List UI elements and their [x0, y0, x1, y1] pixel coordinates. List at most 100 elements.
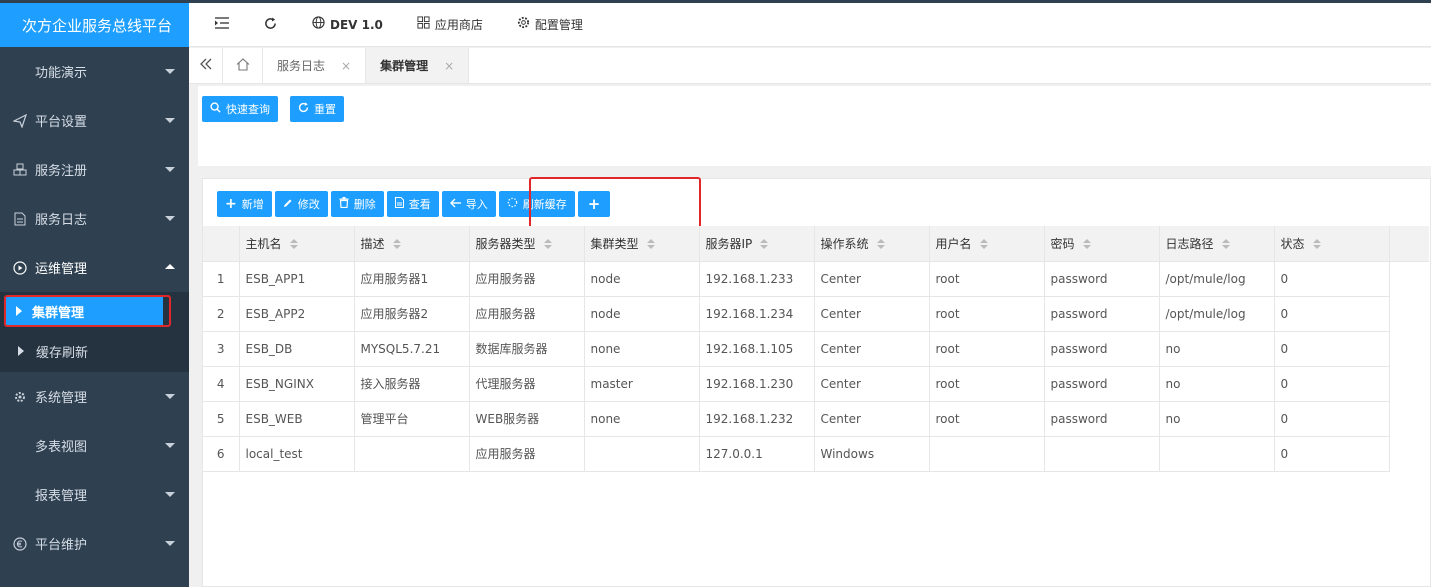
- delete-button[interactable]: 删除: [330, 191, 384, 217]
- env-label: DEV 1.0: [330, 17, 383, 32]
- app-store-label: 应用商店: [434, 18, 483, 32]
- column-label: 服务器IP: [705, 236, 753, 251]
- sidebar-item-ops[interactable]: 运维管理: [0, 243, 189, 292]
- table-cell: no: [1159, 366, 1275, 402]
- plus-icon: +: [225, 196, 237, 212]
- table-cell: 192.168.1.234: [699, 296, 815, 332]
- sort-icon[interactable]: [289, 239, 298, 250]
- sidebar-item-label: 系统管理: [35, 391, 88, 406]
- refresh-button[interactable]: [264, 16, 277, 33]
- edit-label: 修改: [297, 198, 320, 211]
- collapse-tabs-button[interactable]: [189, 48, 223, 83]
- column-header[interactable]: 主机名: [239, 226, 355, 262]
- sort-icon[interactable]: [646, 239, 655, 250]
- table-cell: root: [929, 401, 1045, 437]
- add-button[interactable]: + 新增: [217, 191, 272, 217]
- reset-label: 重置: [314, 103, 336, 116]
- view-button[interactable]: 查看: [386, 191, 439, 217]
- import-button[interactable]: 导入: [441, 191, 496, 217]
- table-cell: [584, 436, 700, 472]
- table-cell: ESB_DB: [239, 331, 355, 367]
- table-cell: 0: [1274, 331, 1390, 367]
- column-header[interactable]: 用户名: [929, 226, 1045, 262]
- sidebar-item-reports[interactable]: 报表管理: [0, 470, 189, 519]
- home-tab[interactable]: [223, 48, 263, 83]
- globe-icon: [312, 16, 325, 33]
- edit-button[interactable]: 修改: [274, 191, 328, 217]
- sort-icon[interactable]: [1082, 239, 1091, 250]
- refresh-icon: [298, 102, 309, 116]
- grid-toolbar: + 新增 修改 删除 查看 导入 刷新缓存 +: [217, 177, 701, 245]
- column-header[interactable]: 描述: [354, 226, 470, 262]
- table-cell: 0: [1274, 296, 1390, 332]
- delete-label: 删除: [353, 198, 376, 211]
- sidebar-item-service-log[interactable]: 服务日志: [0, 194, 189, 243]
- table-cell: [929, 436, 1045, 472]
- tab-service-log[interactable]: 服务日志 ×: [263, 48, 367, 83]
- table-cell: 127.0.0.1: [699, 436, 815, 472]
- sidebar-item-demo[interactable]: 功能演示: [0, 47, 189, 96]
- table-cell: Center: [814, 261, 930, 297]
- table-cell: WEB服务器: [469, 401, 585, 437]
- column-header[interactable]: 状态: [1274, 226, 1390, 262]
- highlight-box: [4, 295, 171, 327]
- sort-icon[interactable]: [760, 239, 769, 250]
- sidebar-item-system[interactable]: 系统管理: [0, 372, 189, 421]
- table-cell: [354, 436, 470, 472]
- sidebar-item-multi-table[interactable]: 多表视图: [0, 421, 189, 470]
- table-cell: 0: [1274, 366, 1390, 402]
- table-row[interactable]: 2 ESB_APP2 应用服务器2 应用服务器 node 192.168.1.234 Cen…: [203, 296, 1429, 332]
- sidebar-item-service-register[interactable]: 服务注册: [0, 145, 189, 194]
- app-store-link[interactable]: 应用商店: [417, 16, 483, 33]
- sort-icon[interactable]: [543, 239, 552, 250]
- gear-icon: [517, 16, 530, 33]
- spinner-icon: [507, 197, 518, 211]
- table-row[interactable]: 4 ESB_NGINX 接入服务器 代理服务器 master 192.168.1.230 C…: [203, 366, 1429, 402]
- import-label: 导入: [465, 198, 488, 211]
- reset-button[interactable]: 重置: [290, 96, 344, 122]
- column-header[interactable]: 操作系统: [814, 226, 930, 262]
- table-body: 1 ESB_APP1 应用服务器1 应用服务器 node 192.168.1.233 Cen…: [203, 261, 1429, 472]
- table-row[interactable]: 1 ESB_APP1 应用服务器1 应用服务器 node 192.168.1.233 Cen…: [203, 261, 1429, 297]
- table-cell: password: [1044, 261, 1160, 297]
- config-link[interactable]: 配置管理: [517, 16, 583, 33]
- tab-label: 集群管理: [380, 59, 429, 73]
- table-cell: 192.168.1.105: [699, 331, 815, 367]
- table-cell: ESB_NGINX: [239, 366, 355, 402]
- column-header[interactable]: 密码: [1044, 226, 1160, 262]
- chevron-down-icon: [165, 167, 175, 172]
- sidebar-item-cache-refresh[interactable]: 缓存刷新: [0, 330, 189, 372]
- sort-icon[interactable]: [1312, 239, 1321, 250]
- column-header[interactable]: 集群类型: [584, 226, 700, 262]
- table-row[interactable]: 5 ESB_WEB 管理平台 WEB服务器 none 192.168.1.232 Cente…: [203, 401, 1429, 437]
- blank-icon: [12, 438, 35, 454]
- column-header[interactable]: 日志路径: [1159, 226, 1275, 262]
- quick-query-button[interactable]: 快速查询: [202, 96, 278, 122]
- toggle-sidebar-button[interactable]: [215, 17, 229, 32]
- home-icon: [236, 57, 250, 74]
- column-label: 服务器类型: [475, 236, 536, 251]
- sort-icon[interactable]: [1221, 239, 1230, 250]
- sidebar-item-maintenance[interactable]: 平台维护: [0, 519, 189, 568]
- sidebar-item-label: 功能演示: [35, 66, 88, 81]
- table-cell: 0: [1274, 436, 1390, 472]
- sidebar-item-platform-settings[interactable]: 平台设置: [0, 96, 189, 145]
- env-switcher[interactable]: DEV 1.0: [312, 16, 383, 33]
- sort-icon[interactable]: [392, 239, 401, 250]
- column-label: 用户名: [935, 236, 972, 251]
- file-icon: [394, 197, 404, 211]
- table-cell: none: [584, 331, 700, 367]
- tab-cluster[interactable]: 集群管理 ×: [366, 48, 470, 83]
- sort-icon[interactable]: [979, 239, 988, 250]
- column-header[interactable]: 服务器IP: [699, 226, 815, 262]
- column-label: 操作系统: [820, 236, 869, 251]
- config-label: 配置管理: [534, 18, 583, 32]
- cubes-icon: [12, 162, 28, 178]
- sort-icon[interactable]: [876, 239, 885, 250]
- close-icon[interactable]: ×: [444, 59, 454, 73]
- close-icon[interactable]: ×: [341, 59, 351, 73]
- table-cell: [1044, 436, 1160, 472]
- table-row[interactable]: 3 ESB_DB MYSQL5.7.21 数据库服务器 none 192.168.1.10…: [203, 331, 1429, 367]
- column-header[interactable]: 服务器类型: [469, 226, 585, 262]
- table-row[interactable]: 6 local_test 应用服务器 127.0.0.1 Windows 0: [203, 436, 1429, 472]
